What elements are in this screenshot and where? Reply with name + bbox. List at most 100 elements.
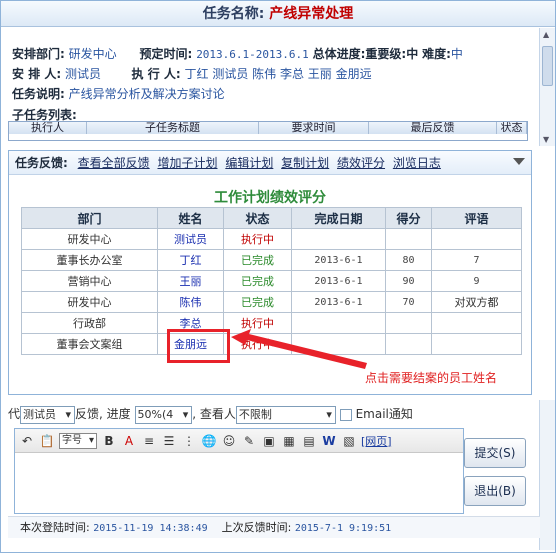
subtask-col-required-time: 要求时间 (259, 122, 369, 134)
view-all-feedback-link[interactable]: 查看全部反馈 (78, 156, 150, 170)
reply-section: 代测试员反馈, 进度 50%(4, 查看人不限制 Email通知 ↶ 📋 字号 … (8, 400, 540, 520)
col-comment: 评语 (431, 207, 522, 229)
undo-icon[interactable]: ↶ (19, 433, 35, 449)
paste-icon[interactable]: 📋 (39, 433, 55, 449)
evaluation-title: 工作计划绩效评分 (214, 190, 326, 206)
annotation-arrow (231, 329, 367, 369)
row-score: 70 (385, 291, 432, 313)
row-name-link[interactable]: 王丽 (157, 270, 224, 292)
row-status: 已完成 (223, 249, 292, 271)
row-status: 执行中 (223, 228, 292, 250)
align-icon[interactable]: ≡ (141, 433, 157, 449)
row-comment (431, 228, 522, 250)
pdf-icon[interactable]: ▤ (301, 433, 317, 449)
rich-text-editor[interactable]: ↶ 📋 字号 B A ≡ ☰ ⋮ 🌐 ☺ ✎ ▣ ▦ ▤ W ▧ [网页] (14, 428, 464, 514)
bold-icon[interactable]: B (101, 433, 117, 449)
progress-select[interactable]: 50%(4 (134, 405, 193, 424)
subtask-col-last-feedback: 最后反馈 (369, 122, 497, 134)
proxy-select[interactable]: 测试员 (20, 405, 76, 424)
executors-value: 丁红 测试员 陈伟 李总 王丽 金朋远 (184, 67, 372, 81)
feedback-panel: 任务反馈: 查看全部反馈 增加子计划 编辑计划 复制计划 绩效评分 浏览日志 工… (8, 150, 532, 395)
col-date: 完成日期 (291, 207, 386, 229)
viewer-select[interactable]: 不限制 (235, 405, 336, 424)
scroll-thumb[interactable] (542, 46, 553, 86)
row-date: 2013-6-1 (291, 291, 386, 313)
emoji-icon[interactable]: ☺ (221, 433, 237, 449)
submit-button[interactable]: 提交(S) (464, 438, 526, 468)
login-time-label: 本次登陆时间: (20, 521, 90, 534)
row-comment: 9 (431, 270, 522, 292)
status-bar: 本次登陆时间: 2015-11-19 14:38:49 上次反馈时间: 2015… (8, 516, 540, 538)
col-status: 状态 (223, 207, 292, 229)
row-name-link[interactable]: 丁红 (157, 249, 224, 271)
arranger-label: 安 排 人: (12, 67, 62, 81)
progress-label: 进度 (106, 407, 131, 421)
table-row: 研发中心 测试员 执行中 (21, 228, 522, 250)
row-name-link[interactable]: 测试员 (157, 228, 224, 250)
bottom-scrollbar[interactable] (539, 400, 555, 550)
edit-icon[interactable]: ✎ (241, 433, 257, 449)
last-feedback-label: 上次反馈时间: (221, 521, 292, 534)
subtask-col-executor: 执行人 (9, 122, 87, 134)
row-date (291, 228, 386, 250)
exit-button[interactable]: 退出(B) (464, 476, 526, 506)
collapse-triangle-icon[interactable] (513, 158, 525, 165)
importance-value: 重要级:中 (365, 47, 419, 61)
editor-toolbar: ↶ 📋 字号 B A ≡ ☰ ⋮ 🌐 ☺ ✎ ▣ ▦ ▤ W ▧ [网页] (15, 429, 463, 453)
row-comment: 7 (431, 249, 522, 271)
row-dept: 董事长办公室 (21, 249, 158, 271)
media-icon[interactable]: ▧ (341, 433, 357, 449)
row-comment (431, 312, 522, 334)
table-row: 董事长办公室 丁红 已完成 2013-6-1 80 7 (21, 249, 522, 271)
task-title-value: 产线异常处理 (269, 6, 354, 22)
difficulty-value: 中 (450, 47, 463, 61)
scroll-down-icon[interactable]: ▼ (543, 135, 549, 144)
col-dept: 部门 (21, 207, 158, 229)
row-name-link[interactable]: 李总 (157, 312, 224, 334)
executors-label: 执 行 人: (131, 67, 181, 81)
progress-label: 总体进度: (312, 47, 366, 61)
row-dept: 行政部 (21, 312, 158, 334)
row-name-link[interactable]: 陈伟 (157, 291, 224, 313)
title-bar: 任务名称: 产线异常处理 (1, 1, 555, 27)
feedback-toolbar: 任务反馈: 查看全部反馈 增加子计划 编辑计划 复制计划 绩效评分 浏览日志 (9, 151, 531, 175)
row-score: 90 (385, 270, 432, 292)
row-name-link[interactable]: 金朋远 (157, 333, 224, 355)
subtask-row-clipped[interactable] (9, 134, 527, 140)
row-comment: 对双方都 (431, 291, 522, 313)
add-subplan-link[interactable]: 增加子计划 (157, 156, 217, 170)
col-score: 得分 (385, 207, 432, 229)
table-row: 研发中心 陈伟 已完成 2013-6-1 70 对双方都 (21, 291, 522, 313)
feedback-label: 任务反馈: (15, 156, 68, 170)
numbered-list-icon[interactable]: ☰ (161, 433, 177, 449)
login-time-value: 2015-11-19 14:38:49 (93, 523, 208, 534)
row-score: 80 (385, 249, 432, 271)
word-icon[interactable]: W (321, 433, 337, 449)
font-size-select[interactable]: 字号 (59, 432, 97, 449)
task-title-label: 任务名称: (202, 6, 265, 22)
top-scrollbar[interactable]: ▲ ▼ (539, 28, 555, 146)
task-info: 安排部门: 研发中心 预定时间: 2013.6.1-2013.6.1 总体进度:… (12, 44, 532, 104)
viewer-label: 查看人 (199, 407, 236, 421)
row-score (385, 312, 432, 334)
edit-plan-link[interactable]: 编辑计划 (225, 156, 273, 170)
dept-value: 研发中心 (68, 47, 117, 61)
browse-log-link[interactable]: 浏览日志 (393, 156, 441, 170)
table-icon[interactable]: ▦ (281, 433, 297, 449)
copy-plan-link[interactable]: 复制计划 (281, 156, 329, 170)
image-icon[interactable]: ▣ (261, 433, 277, 449)
bullet-list-icon[interactable]: ⋮ (181, 433, 197, 449)
web-mode-link[interactable]: [网页] (361, 433, 392, 449)
time-label: 预定时间: (139, 47, 193, 61)
arranger-value: 测试员 (64, 67, 101, 81)
table-row: 营销中心 王丽 已完成 2013-6-1 90 9 (21, 270, 522, 292)
link-icon[interactable]: 🌐 (201, 433, 217, 449)
subtask-table[interactable]: 执行人 子任务标题 要求时间 最后反馈 状态 (8, 121, 528, 141)
scroll-up-icon[interactable]: ▲ (543, 30, 549, 39)
subtask-col-title: 子任务标题 (87, 122, 259, 134)
desc-value: 产线异常分析及解决方案讨论 (68, 87, 225, 101)
performance-score-link[interactable]: 绩效评分 (337, 156, 385, 170)
email-checkbox[interactable] (339, 408, 352, 421)
font-color-icon[interactable]: A (121, 433, 137, 449)
row-score (385, 228, 432, 250)
